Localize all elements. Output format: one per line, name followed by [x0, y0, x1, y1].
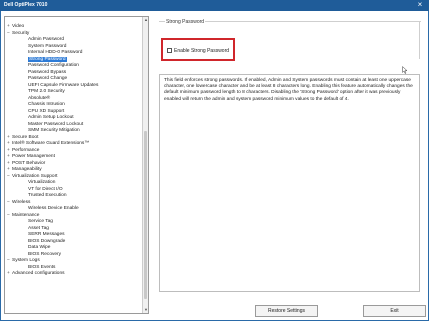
tree-item[interactable]: Admin Password	[23, 37, 64, 43]
tree-item[interactable]: − System Logs	[7, 258, 40, 264]
tree-item-label: Performance	[12, 147, 40, 153]
tree-item[interactable]: Password Change	[23, 76, 67, 82]
tree-item[interactable]: Password Configuration	[23, 63, 79, 69]
tree-item-label: BIOS Recovery	[28, 251, 62, 257]
tree-item[interactable]: + Advanced configurations	[7, 271, 65, 277]
tree-item[interactable]: + Video	[7, 24, 24, 30]
tree-item[interactable]: Trusted Execution	[23, 193, 66, 199]
tree-item-label: Advanced configurations	[12, 271, 65, 276]
tree-item-label: Admin Setup Lockout	[28, 115, 74, 120]
tree-item[interactable]: + Performance	[7, 148, 39, 154]
tree-item[interactable]: + Secure Boot	[7, 135, 38, 141]
tree-item-label: Password Change	[28, 76, 68, 81]
tree-item-label: Wireless	[12, 199, 31, 205]
title-bar: Dell OptiPlex 7010 ×	[0, 0, 429, 11]
scrollbar-thumb[interactable]	[144, 131, 147, 299]
group-border-right	[419, 21, 420, 59]
tree-item[interactable]: Data Wipe	[23, 245, 50, 251]
tree-item-label: Admin Password	[28, 37, 64, 42]
tree-item[interactable]: − Maintenance	[7, 213, 39, 219]
tree-item-label: System Password	[28, 43, 67, 49]
tree-item-label: Virtualization	[28, 180, 56, 185]
tree-item-label: Trusted Execution	[28, 193, 67, 198]
tree-item[interactable]: + POST Behavior	[7, 161, 45, 167]
description-text: This field enforces strong passwords. If…	[164, 78, 413, 102]
tree-item-label: BIOS Events	[28, 264, 56, 270]
tree-item-label: Security	[12, 30, 30, 36]
tree-item[interactable]: TPM 2.0 Security	[23, 89, 65, 95]
tree-item-label: Data Wipe	[28, 245, 51, 250]
tree-item[interactable]: Password Bypass	[23, 70, 66, 76]
tree-item[interactable]: Strong Password	[23, 56, 67, 63]
tree-item[interactable]: SMM Security Mitigation	[23, 128, 80, 134]
tree-item-label: Virtualization Support	[12, 173, 58, 179]
scroll-up-icon[interactable]: ▲	[143, 17, 148, 23]
tree-item-label: TPM 2.0 Security	[28, 89, 65, 94]
tree-item[interactable]: − Virtualization Support	[7, 174, 58, 180]
tree-item-label: SMM Security Mitigation	[28, 128, 80, 133]
tree-item[interactable]: Wireless Device Enable	[23, 206, 79, 212]
tree-item-label: Master Password Lockout	[28, 121, 84, 127]
tree-item-label: POST Behavior	[12, 160, 46, 166]
settings-tree[interactable]: ▲ ▼ + Video − Security Admin Password System …	[4, 16, 149, 314]
enable-strong-password-checkbox[interactable]	[167, 48, 172, 53]
tree-item[interactable]: SERR Messages	[23, 232, 65, 238]
tree-item[interactable]: Virtualization	[23, 180, 55, 186]
tree-item-label: BIOS Downgrade	[28, 238, 66, 244]
tree-item[interactable]: Service Tag	[23, 219, 53, 225]
exit-button[interactable]: Exit	[363, 305, 426, 317]
strong-password-option[interactable]: Enable Strong Password	[167, 47, 229, 54]
tree-item-label: SERR Messages	[28, 232, 65, 237]
tree-item[interactable]: UEFI Capsule Firmware Updates	[23, 83, 98, 89]
tree-item[interactable]: Internal HDD-0 Password	[23, 50, 82, 56]
group-title: Strong Password	[165, 19, 206, 25]
close-icon[interactable]: ×	[415, 0, 425, 10]
tree-item-label: Secure Boot	[12, 134, 39, 140]
scroll-down-icon[interactable]: ▼	[143, 307, 148, 313]
mouse-pointer-icon	[402, 66, 408, 74]
tree-item-label: System Logs	[12, 258, 40, 263]
tree-item[interactable]: + Manageability	[7, 167, 42, 173]
tree-item[interactable]: System Password	[23, 44, 66, 50]
tree-item[interactable]: BIOS Recovery	[23, 252, 61, 258]
tree-item[interactable]: VT for Direct I/O	[23, 187, 63, 193]
tree-item-label: Video	[12, 24, 25, 29]
tree-item[interactable]: Master Password Lockout	[23, 122, 83, 128]
tree-item[interactable]: + Intel® Software Guard Extensions™	[7, 141, 89, 147]
tree-item-label: Intel® Software Guard Extensions™	[12, 141, 90, 146]
bios-setup-window: ▲ ▼ + Video − Security Admin Password System …	[0, 11, 429, 321]
tree-scrollbar[interactable]: ▲ ▼	[142, 17, 148, 313]
tree-item-label: Password Configuration	[28, 63, 79, 68]
tree-item[interactable]: + Power Management	[7, 154, 55, 160]
enable-strong-password-label[interactable]: Enable Strong Password	[174, 48, 229, 54]
tree-item-label: Power Management	[12, 154, 55, 159]
window-title: Dell OptiPlex 7010	[4, 2, 48, 8]
tree-item-label: Wireless Device Enable	[28, 206, 79, 211]
tree-item-label: VT for Direct I/O	[28, 186, 63, 192]
description-panel: This field enforces strong passwords. If…	[159, 74, 420, 292]
tree-item-label: Manageability	[12, 167, 42, 172]
tree-item[interactable]: − Security	[7, 31, 29, 37]
tree-item-label: Strong Password	[28, 56, 67, 62]
restore-settings-button[interactable]: Restore Settings	[255, 305, 318, 317]
tree-item-label: UEFI Capsule Firmware Updates	[28, 82, 99, 88]
tree-item[interactable]: BIOS Downgrade	[23, 239, 65, 245]
tree-item-label: Internal HDD-0 Password	[28, 50, 83, 55]
tree-item-label: Absolute®	[28, 95, 51, 101]
tree-item-label: CPU XD Support	[28, 108, 65, 114]
tree-item[interactable]: CPU XD Support	[23, 109, 64, 115]
tree-item-label: Asset Tag	[28, 225, 49, 231]
tree-item[interactable]: BIOS Events	[23, 265, 55, 271]
tree-item[interactable]: − Wireless	[7, 200, 30, 206]
tree-item[interactable]: Admin Setup Lockout	[23, 115, 74, 121]
tree-item[interactable]: Absolute®	[23, 96, 50, 102]
tree-item-label: Chassis Intrusion	[28, 102, 65, 107]
tree-item-label: Password Bypass	[28, 69, 67, 75]
tree-item-label: Maintenance	[12, 212, 40, 218]
tree-item[interactable]: Chassis Intrusion	[23, 102, 65, 108]
tree-item[interactable]: Asset Tag	[23, 226, 49, 232]
tree-item-label: Service Tag	[28, 219, 53, 224]
